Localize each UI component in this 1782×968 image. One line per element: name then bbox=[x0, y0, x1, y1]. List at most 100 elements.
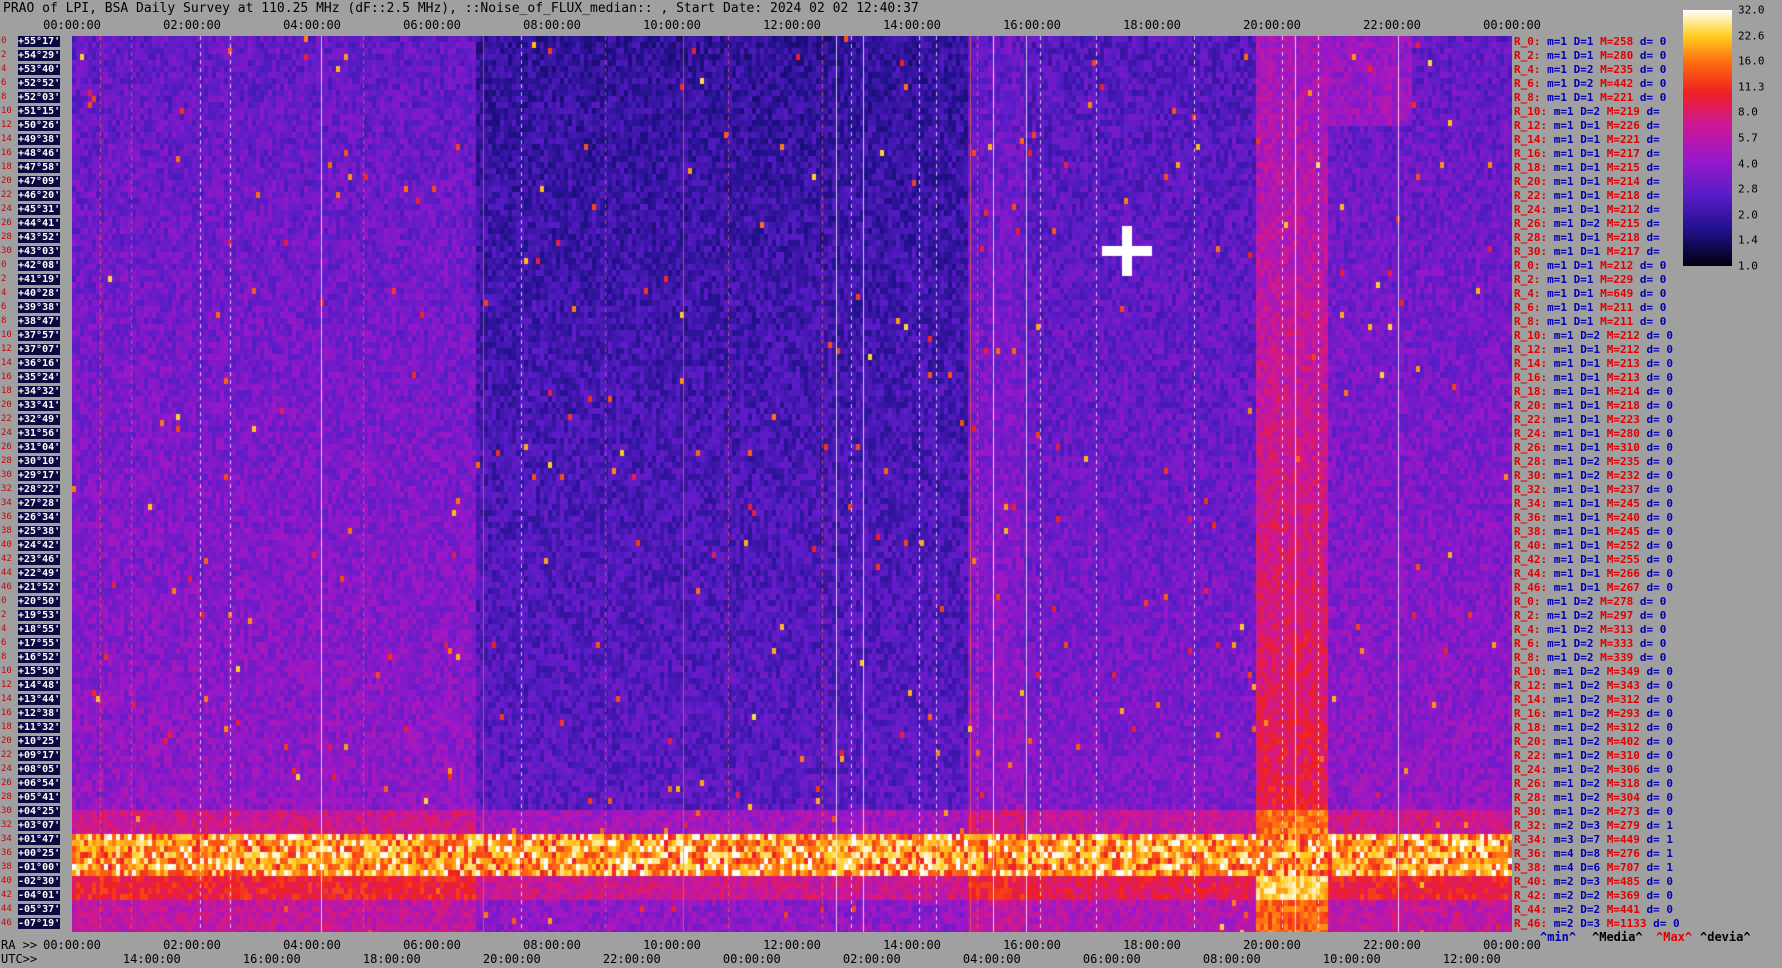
row-stat-dv: d= 0 bbox=[1646, 343, 1674, 356]
row-stat-m: m=4 bbox=[1553, 847, 1574, 860]
row-stat-dv: d= 0 bbox=[1639, 301, 1667, 314]
row-index-label: 20 bbox=[1, 176, 12, 186]
row-stat-dv: d= 0 bbox=[1639, 637, 1667, 650]
declination-label: +14°48' bbox=[18, 680, 61, 691]
utc-axis-tick: 02:00:00 bbox=[842, 952, 901, 966]
row-index-label: 46 bbox=[1, 918, 12, 928]
row-stat: R_10: m=1 D=2 M=349 d= 0 bbox=[1514, 666, 1673, 678]
declination-label: +34°32' bbox=[18, 386, 61, 397]
row-stat-d: D=1 bbox=[1580, 371, 1601, 384]
row-stat-r: R_28: bbox=[1514, 455, 1548, 468]
row-stat: R_44: m=1 D=1 M=266 d= 0 bbox=[1514, 568, 1673, 580]
row-stat-r: R_10: bbox=[1514, 665, 1548, 678]
row-stat-d: D=7 bbox=[1580, 833, 1601, 846]
top-axis-tick: 06:00:00 bbox=[403, 18, 461, 32]
row-stat-dv: d= 0 bbox=[1646, 441, 1674, 454]
row-stat-mx: M=297 bbox=[1600, 609, 1634, 622]
row-stat-dv: d= 0 bbox=[1639, 49, 1667, 62]
row-stat-d: D=1 bbox=[1573, 301, 1594, 314]
row-stat-dv: d= bbox=[1646, 189, 1660, 202]
row-stat-d: D=1 bbox=[1573, 315, 1594, 328]
row-stat-m: m=1 bbox=[1547, 273, 1567, 286]
declination-label: +25°38' bbox=[18, 526, 61, 537]
row-index-label: 22 bbox=[1, 414, 12, 424]
row-stat-dv: d= 0 bbox=[1653, 917, 1680, 930]
declination-label: +28°22' bbox=[18, 484, 61, 495]
ra-axis-tick: 14:00:00 bbox=[883, 938, 941, 952]
declination-label: +17°55' bbox=[18, 638, 61, 649]
row-stat-dv: d= 0 bbox=[1646, 777, 1674, 790]
row-stat: R_28: m=1 D=2 M=304 d= 0 bbox=[1514, 792, 1673, 804]
row-stat-d: D=8 bbox=[1580, 847, 1601, 860]
row-stat: R_30: m=1 D=2 M=232 d= 0 bbox=[1514, 470, 1673, 482]
row-stat-m: m=1 bbox=[1553, 749, 1574, 762]
row-stat-r: R_22: bbox=[1514, 189, 1548, 202]
row-stat-mx: M=273 bbox=[1606, 805, 1640, 818]
row-stat-dv: d= bbox=[1646, 119, 1660, 132]
row-stat-mx: M=235 bbox=[1606, 455, 1640, 468]
row-stat-mx: M=214 bbox=[1606, 385, 1640, 398]
row-stat-r: R_40: bbox=[1514, 539, 1548, 552]
declination-label: +01°47' bbox=[18, 834, 61, 845]
utc-axis-tick: 08:00:00 bbox=[1202, 952, 1261, 966]
row-stat: R_44: m=2 D=2 M=441 d= 0 bbox=[1514, 904, 1673, 916]
row-index-label: 28 bbox=[1, 232, 12, 242]
row-stat-r: R_20: bbox=[1514, 175, 1548, 188]
row-stat: R_2: m=1 D=1 M=229 d= 0 bbox=[1514, 274, 1666, 286]
row-stat-r: R_34: bbox=[1514, 833, 1548, 846]
row-stat-m: m=1 bbox=[1553, 413, 1574, 426]
row-stat-r: R_26: bbox=[1514, 777, 1548, 790]
row-stat-r: R_10: bbox=[1514, 105, 1548, 118]
row-stat-d: D=1 bbox=[1573, 259, 1594, 272]
declination-label: +20°50' bbox=[18, 596, 61, 607]
row-stat: R_16: m=1 D=2 M=293 d= 0 bbox=[1514, 708, 1673, 720]
declination-label: +37°57' bbox=[18, 330, 61, 341]
row-stat-dv: d= 0 bbox=[1646, 581, 1674, 594]
row-stat-dv: d= 0 bbox=[1646, 553, 1674, 566]
row-stat-d: D=2 bbox=[1580, 889, 1601, 902]
row-index-label: 26 bbox=[1, 442, 12, 452]
row-index-label: 8 bbox=[1, 652, 7, 662]
declination-labels: 0 +55°17' 2 +54°29' 4 +53°40' 6 +52°52' 8 +52°03'… bbox=[0, 36, 72, 932]
utc-axis-prefix: UTC>> bbox=[1, 952, 38, 966]
row-stat-dv: d= 0 bbox=[1639, 651, 1667, 664]
row-stat-d: D=2 bbox=[1580, 693, 1601, 706]
row-stat-d: D=2 bbox=[1573, 595, 1594, 608]
row-stat-dv: d= bbox=[1646, 175, 1660, 188]
row-stat-m: m=1 bbox=[1553, 203, 1574, 216]
row-stat-d: D=2 bbox=[1580, 749, 1601, 762]
row-stat-m: m=1 bbox=[1547, 35, 1567, 48]
row-stat-m: m=1 bbox=[1553, 511, 1574, 524]
row-stat-m: m=1 bbox=[1553, 133, 1574, 146]
row-stat: R_18: m=1 D=1 M=214 d= 0 bbox=[1514, 386, 1673, 398]
row-stat-m: m=1 bbox=[1553, 665, 1574, 678]
row-stat-dv: d= 0 bbox=[1639, 595, 1667, 608]
row-stat-dv: d= 0 bbox=[1639, 35, 1667, 48]
row-stat-mx: M=313 bbox=[1600, 623, 1634, 636]
row-stat-dv: d= 0 bbox=[1646, 511, 1674, 524]
declination-label: +39°38' bbox=[18, 302, 61, 313]
row-index-label: 26 bbox=[1, 218, 12, 228]
row-stat-r: R_34: bbox=[1514, 497, 1548, 510]
row-stat-mx: M=223 bbox=[1606, 413, 1640, 426]
row-stat-r: R_0: bbox=[1514, 259, 1541, 272]
row-stat-r: R_18: bbox=[1514, 385, 1548, 398]
row-index-label: 4 bbox=[1, 288, 7, 298]
declination-label: -07°19' bbox=[18, 918, 61, 929]
row-stat-d: D=1 bbox=[1580, 427, 1601, 440]
row-stat-dv: d= 1 bbox=[1646, 861, 1674, 874]
row-stat: R_34: m=3 D=7 M=449 d= 1 bbox=[1514, 834, 1673, 846]
row-stat-r: R_38: bbox=[1514, 525, 1548, 538]
row-stat-m: m=1 bbox=[1553, 455, 1574, 468]
utc-axis-tick: 16:00:00 bbox=[242, 952, 301, 966]
declination-label: +00°25' bbox=[18, 848, 61, 859]
row-stat: R_0: m=1 D=1 M=258 d= 0 bbox=[1514, 36, 1666, 48]
row-stat-m: m=1 bbox=[1547, 637, 1567, 650]
utc-axis-tick: 06:00:00 bbox=[1082, 952, 1141, 966]
row-stat-mx: M=245 bbox=[1606, 497, 1640, 510]
row-stat-mx: M=318 bbox=[1606, 777, 1640, 790]
top-time-axis: 00:00:00 02:00:00 04:00:00 06:00:00 08:00:00… bbox=[0, 18, 1782, 32]
row-stat-dv: d= 0 bbox=[1646, 903, 1674, 916]
declination-label: +51°15' bbox=[18, 106, 61, 117]
row-stat-m: m=4 bbox=[1553, 861, 1574, 874]
